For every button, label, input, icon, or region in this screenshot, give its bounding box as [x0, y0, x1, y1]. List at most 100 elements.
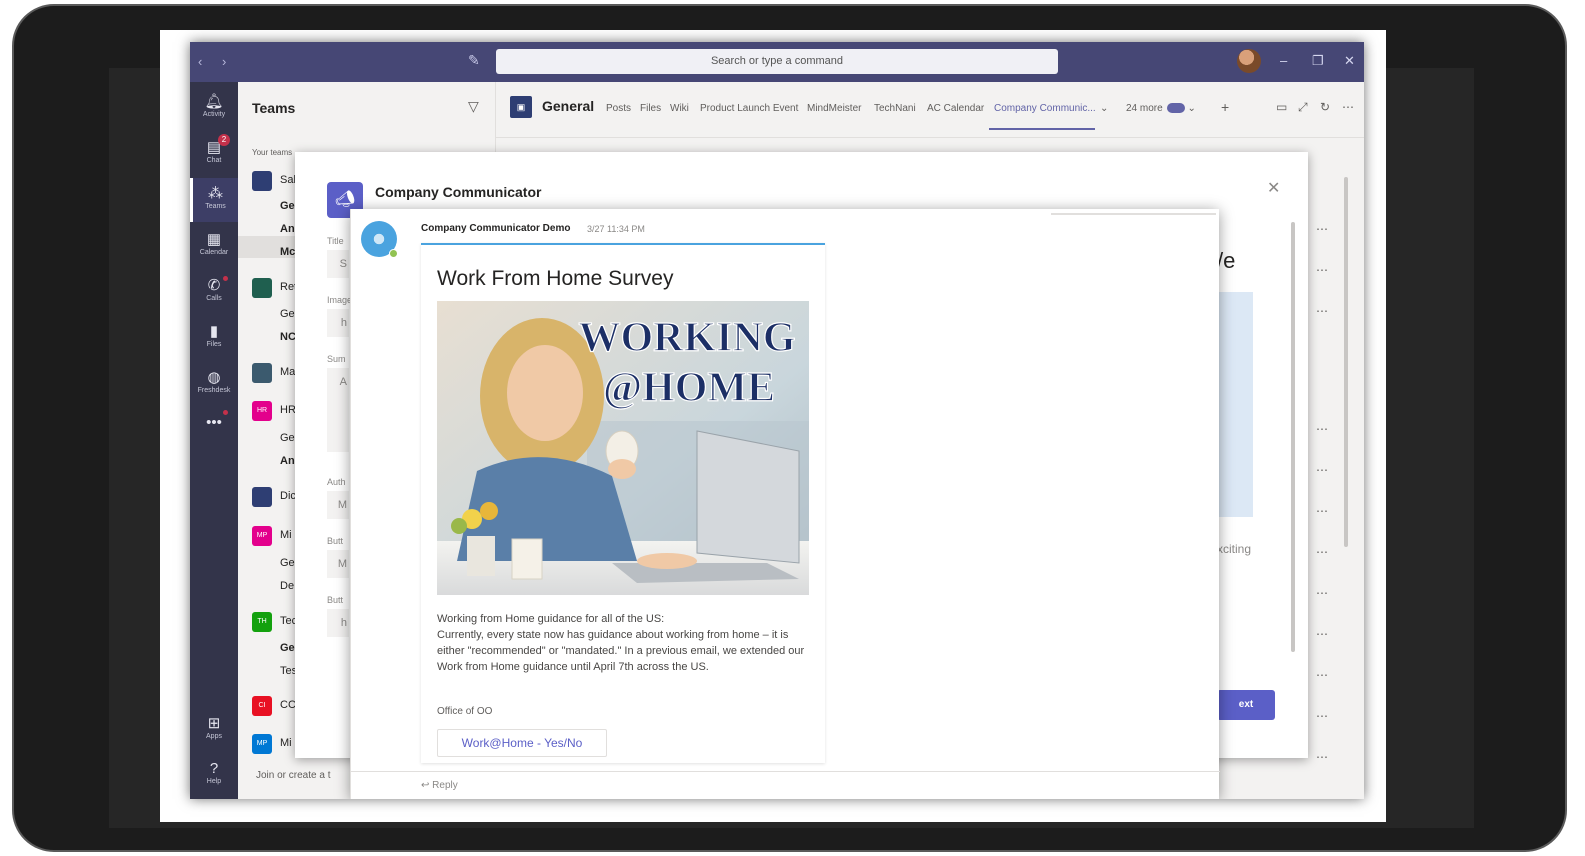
preview-image [1215, 292, 1253, 517]
row-more-icon[interactable]: ⋯ [1316, 463, 1329, 477]
channel-item[interactable]: Ge [280, 200, 295, 212]
join-create-team[interactable]: Join or create a t [256, 770, 330, 781]
channel-item[interactable]: Ge [280, 557, 295, 569]
message-timestamp: 3/27 11:34 PM [587, 224, 645, 234]
message-window: Company Communicator Demo 3/27 11:34 PM … [350, 209, 1220, 799]
rail-item-activity[interactable]: 🔔︎ Activity [190, 86, 238, 130]
summary-field[interactable]: A [327, 368, 349, 452]
team-name[interactable]: Ma [280, 366, 295, 378]
channel-item[interactable]: An [280, 223, 295, 235]
row-more-icon[interactable]: ⋯ [1316, 545, 1329, 559]
team-tile-icon [252, 278, 272, 298]
rail-item-freshdesk[interactable]: ◍ Freshdesk [190, 362, 238, 415]
rail-item-calendar[interactable]: ▦ Calendar [190, 224, 238, 268]
file-icon: ▮ [209, 323, 219, 340]
channel-item[interactable]: Ge [280, 642, 295, 654]
team-name[interactable]: HR [280, 404, 296, 416]
card-body-line: Currently, every state now has guidance … [437, 629, 805, 673]
image-text-at-home: @HOME [603, 365, 775, 411]
chat-badge: 2 [218, 134, 230, 146]
row-more-icon[interactable]: ⋯ [1316, 750, 1329, 764]
row-more-icon[interactable]: ⋯ [1316, 263, 1329, 277]
row-more-icon[interactable]: ⋯ [1316, 222, 1329, 236]
rail-item-calls[interactable]: ✆ Calls [190, 270, 238, 314]
row-more-icon[interactable]: ⋯ [1316, 668, 1329, 682]
channel-item[interactable]: An [280, 455, 295, 467]
search-input[interactable]: Search or type a command [496, 49, 1058, 74]
tab-technani[interactable]: TechNani [874, 103, 916, 114]
rail-item-chat[interactable]: ▤ Chat 2 [190, 132, 238, 176]
team-tile-icon: HR [252, 401, 272, 421]
tab-company-communicator[interactable]: Company Communic... [994, 103, 1096, 114]
tab-more[interactable]: 24 more ⌄ [1126, 103, 1196, 114]
chat-toggle-icon[interactable]: ▭ [1276, 100, 1287, 114]
channel-item[interactable]: Mc [280, 246, 295, 258]
row-more-icon[interactable]: ⋯ [1316, 422, 1329, 436]
channel-item[interactable]: De [280, 580, 294, 592]
chevron-down-icon[interactable]: ⌄ [1100, 103, 1108, 114]
user-avatar[interactable] [1237, 49, 1261, 73]
tab-product-launch-event[interactable]: Product Launch Event [700, 103, 798, 114]
close-icon[interactable]: ✕ [1267, 178, 1280, 198]
team-name[interactable]: CC [280, 699, 296, 711]
tab-posts[interactable]: Posts [606, 103, 631, 114]
rail-label: Freshdesk [197, 387, 231, 394]
expand-icon[interactable]: ⤢ [1298, 100, 1308, 115]
filter-icon[interactable]: ▽ [468, 98, 479, 115]
reply-button[interactable]: ↩ Reply [351, 771, 1220, 799]
row-more-icon[interactable]: ⋯ [1316, 627, 1329, 641]
content-scrollbar[interactable] [1344, 177, 1348, 547]
team-name[interactable]: Sal [280, 174, 296, 186]
image-field[interactable]: h [327, 309, 349, 337]
field-label-title: Title [327, 236, 344, 246]
row-more-icon[interactable]: ⋯ [1316, 709, 1329, 723]
dialog-scrollbar[interactable] [1291, 222, 1295, 652]
rail-label: Help [206, 778, 222, 785]
dialog-title: Company Communicator [375, 184, 542, 200]
tab-wiki[interactable]: Wiki [670, 103, 689, 114]
team-name[interactable]: Mi [280, 529, 292, 541]
nav-arrows[interactable]: ‹ › [198, 54, 234, 69]
channel-item[interactable]: Ge [280, 308, 295, 320]
tab-mindmeister[interactable]: MindMeister [807, 103, 861, 114]
row-more-icon[interactable]: ⋯ [1316, 586, 1329, 600]
calendar-icon: ▦ [206, 231, 222, 248]
rail-label: Teams [205, 203, 226, 210]
field-label-summary: Sum [327, 354, 346, 364]
team-tile-icon: MP [252, 734, 272, 754]
title-field[interactable]: S [327, 250, 349, 278]
channel-item[interactable]: NC [280, 331, 296, 343]
add-tab-icon[interactable]: + [1221, 99, 1229, 115]
team-tile-icon: TH [252, 612, 272, 632]
next-button[interactable]: ext [1217, 690, 1275, 720]
screen: ‹ › ✎ Search or type a command – ❐ ✕ 🔔︎ … [160, 30, 1386, 822]
minimize-icon[interactable]: – [1280, 53, 1287, 68]
rail-item-help[interactable]: ? Help [190, 754, 238, 798]
team-tile-icon [252, 363, 272, 383]
rail-item-teams[interactable]: ⁂ Teams [190, 178, 238, 222]
preview-text-fragment: xciting [1217, 542, 1252, 556]
rail-item-more[interactable]: ••• [190, 408, 238, 452]
more-options-icon[interactable]: ⋯ [1342, 100, 1354, 114]
team-tile-icon [252, 171, 272, 191]
row-more-icon[interactable]: ⋯ [1316, 504, 1329, 518]
rail-item-files[interactable]: ▮ Files [190, 316, 238, 360]
tab-ac-calendar[interactable]: AC Calendar [927, 103, 984, 114]
row-more-icon[interactable]: ⋯ [1316, 304, 1329, 318]
close-window-icon[interactable]: ✕ [1344, 53, 1355, 69]
restore-icon[interactable]: ❐ [1312, 53, 1324, 69]
rail-item-apps[interactable]: ⊞ Apps [190, 708, 238, 752]
button-url-field[interactable]: h [327, 609, 349, 637]
author-field[interactable]: M [327, 491, 349, 519]
card-body-line: Working from Home guidance for all of th… [437, 613, 665, 625]
button-title-field[interactable]: M [327, 550, 349, 578]
work-at-home-survey-button[interactable]: Work@Home - Yes/No [437, 729, 607, 757]
channel-item[interactable]: Ge [280, 432, 295, 444]
refresh-icon[interactable]: ↻ [1320, 100, 1330, 114]
team-name[interactable]: Mi [280, 737, 292, 749]
phone-icon: ✆ [207, 277, 221, 294]
tab-files[interactable]: Files [640, 103, 661, 114]
rail-label: Activity [202, 111, 226, 118]
team-name[interactable]: Dic [280, 490, 296, 502]
compose-icon[interactable]: ✎ [468, 52, 480, 69]
